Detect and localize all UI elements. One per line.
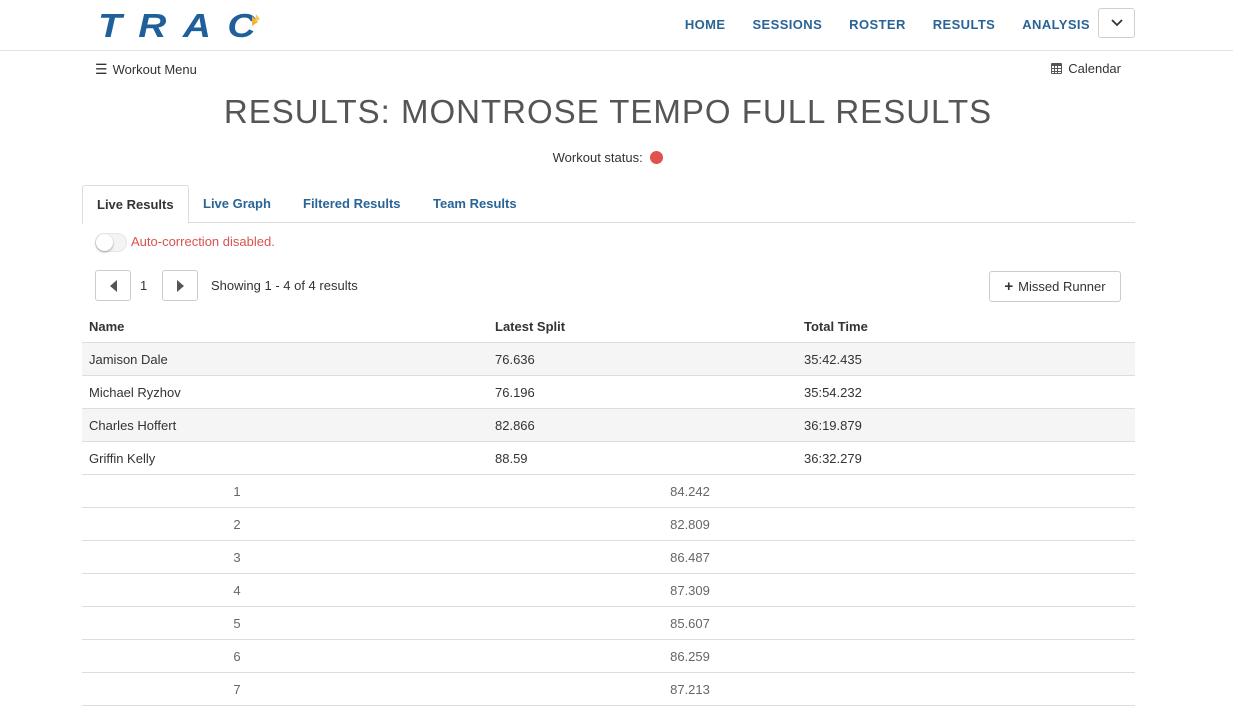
workout-status-label: Workout status: [552,150,643,165]
auto-correction-toggle[interactable] [95,233,127,252]
tab-live-graph[interactable]: Live Graph [189,185,285,223]
split-index: 3 [233,550,241,565]
trac-logo[interactable]: TRAC [96,6,278,44]
header-latest-split[interactable]: Latest Split [495,319,565,334]
split-value: 85.607 [670,616,710,631]
current-page-number: 1 [140,278,148,293]
total-time: 36:32.279 [804,451,862,466]
header-name[interactable]: Name [89,319,124,334]
split-row: 1 84.242 [82,475,1135,508]
split-row: 6 86.259 [82,640,1135,673]
table-row[interactable]: Griffin Kelly 88.59 36:32.279 [82,442,1135,475]
results-count: Showing 1 - 4 of 4 results [211,278,358,293]
split-row: 4 87.309 [82,574,1135,607]
total-time: 35:54.232 [804,385,862,400]
split-row: 7 87.213 [82,673,1135,706]
runner-name: Michael Ryzhov [89,385,181,400]
split-value: 86.487 [670,550,710,565]
nav-results[interactable]: RESULTS [933,17,996,32]
plus-icon: + [1004,278,1014,295]
runner-name: Jamison Dale [89,352,168,367]
total-time: 35:42.435 [804,352,862,367]
svg-text:TRAC: TRAC [98,7,272,42]
split-value: 87.213 [670,682,710,697]
split-value: 82.809 [670,517,710,532]
split-row: 3 86.487 [82,541,1135,574]
runner-name: Griffin Kelly [89,451,156,466]
calendar-label: Calendar [1068,61,1121,76]
calendar-icon [1051,63,1063,74]
hamburger-icon: ☰ [95,61,108,77]
results-table: Name Latest Split Total Time Jamison Dal… [82,310,1135,706]
split-index: 1 [233,484,241,499]
runner-name: Charles Hoffert [89,418,177,433]
missed-runner-button[interactable]: + Missed Runner [989,271,1121,302]
nav-links: HOME SESSIONS ROSTER RESULTS ANALYSIS [658,0,1090,48]
workout-status: Workout status: [0,150,1216,165]
split-index: 4 [233,583,241,598]
status-indicator-dot [650,151,664,164]
split-value: 84.242 [670,484,710,499]
tab-live-results[interactable]: Live Results [82,185,189,224]
caret-right-icon [176,279,184,292]
chevron-down-icon [1110,19,1123,27]
table-row[interactable]: Jamison Dale 76.636 35:42.435 [82,343,1135,376]
split-index: 6 [233,649,241,664]
nav-dropdown-toggle[interactable] [1098,8,1135,38]
split-index: 5 [233,616,241,631]
split-index: 2 [233,517,241,532]
toggle-knob [96,234,113,251]
latest-split: 88.59 [495,451,528,466]
tab-filtered-results[interactable]: Filtered Results [289,185,415,223]
split-value: 86.259 [670,649,710,664]
top-navbar: TRAC HOME SESSIONS ROSTER RESULTS ANALYS… [0,0,1233,51]
latest-split: 82.866 [495,418,535,433]
header-total-time[interactable]: Total Time [804,319,868,334]
calendar-button[interactable]: Calendar [1051,61,1121,76]
workout-menu-button[interactable]: ☰ Workout Menu [95,61,197,78]
nav-home[interactable]: HOME [685,17,726,32]
split-index: 7 [233,682,241,697]
prev-page-button[interactable] [95,270,131,301]
split-row: 5 85.607 [82,607,1135,640]
tab-team-results[interactable]: Team Results [419,185,531,223]
auto-correction-label: Auto-correction disabled. [131,234,275,249]
nav-analysis[interactable]: ANALYSIS [1022,17,1090,32]
latest-split: 76.636 [495,352,535,367]
table-header: Name Latest Split Total Time [82,310,1135,343]
latest-split: 76.196 [495,385,535,400]
results-tabs: Live Results Live Graph Filtered Results… [82,185,1135,224]
workout-menu-label: Workout Menu [112,62,197,77]
nav-sessions[interactable]: SESSIONS [752,17,822,32]
next-page-button[interactable] [162,270,198,301]
table-row[interactable]: Charles Hoffert 82.866 36:19.879 [82,409,1135,442]
table-row[interactable]: Michael Ryzhov 76.196 35:54.232 [82,376,1135,409]
total-time: 36:19.879 [804,418,862,433]
split-value: 87.309 [670,583,710,598]
page-title: RESULTS: MONTROSE TEMPO FULL RESULTS [223,93,993,130]
caret-left-icon [109,279,117,292]
missed-runner-label: Missed Runner [1018,279,1106,294]
nav-roster[interactable]: ROSTER [849,17,906,32]
split-row: 2 82.809 [82,508,1135,541]
